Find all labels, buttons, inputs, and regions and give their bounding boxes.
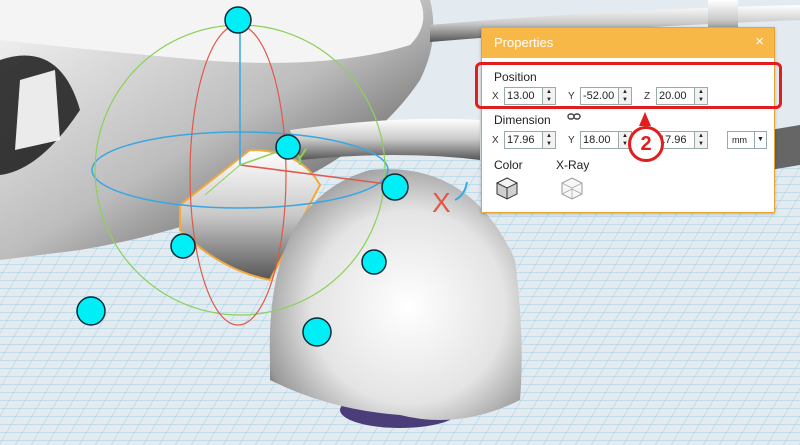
dimension-x-stepper[interactable]: ▲ ▼ bbox=[542, 131, 556, 149]
handle-left[interactable] bbox=[170, 233, 196, 259]
unit-value: mm bbox=[732, 135, 747, 145]
callout-badge: 2 bbox=[628, 126, 664, 162]
close-icon[interactable]: × bbox=[755, 33, 764, 51]
dimension-z-stepper[interactable]: ▲ ▼ bbox=[694, 131, 708, 149]
chevron-down-icon[interactable]: ▼ bbox=[754, 132, 766, 148]
unit-select[interactable]: mm ▼ bbox=[727, 131, 767, 149]
handle-x[interactable] bbox=[381, 173, 409, 201]
handle-right[interactable] bbox=[361, 249, 387, 275]
link-icon[interactable] bbox=[567, 112, 581, 122]
panel-title: Properties bbox=[494, 35, 554, 50]
dimension-x-input[interactable]: 17.96 bbox=[504, 131, 542, 149]
stepper-down-icon[interactable]: ▼ bbox=[543, 140, 555, 148]
stepper-down-icon[interactable]: ▼ bbox=[695, 140, 707, 148]
dimension-row: X 17.96 ▲ ▼ Y 18.00 ▲ ▼ 17.96 ▲ ▼ bbox=[492, 130, 708, 150]
color-cube-icon[interactable] bbox=[495, 176, 519, 200]
xray-cube-icon[interactable] bbox=[560, 176, 584, 200]
dimension-y-label: Y bbox=[568, 134, 575, 146]
stepper-up-icon[interactable]: ▲ bbox=[695, 132, 707, 140]
stepper-up-icon[interactable]: ▲ bbox=[543, 132, 555, 140]
xray-label: X-Ray bbox=[556, 158, 590, 172]
properties-panel: Properties × Position X 13.00 ▲ ▼ Y -52.0… bbox=[481, 27, 775, 213]
panel-header[interactable]: Properties × bbox=[482, 28, 774, 58]
handle-floor[interactable] bbox=[76, 296, 106, 326]
handle-top[interactable] bbox=[224, 6, 252, 34]
dimension-x-label: X bbox=[492, 134, 499, 146]
position-highlight bbox=[475, 62, 782, 109]
color-label: Color bbox=[494, 158, 523, 172]
dimension-label: Dimension bbox=[494, 113, 551, 127]
handle-y[interactable] bbox=[275, 134, 301, 160]
callout-arrow bbox=[639, 112, 651, 126]
gizmo-x-label: X bbox=[432, 187, 451, 218]
dimension-y-input[interactable]: 18.00 bbox=[580, 131, 618, 149]
handle-bottom[interactable] bbox=[302, 317, 332, 347]
